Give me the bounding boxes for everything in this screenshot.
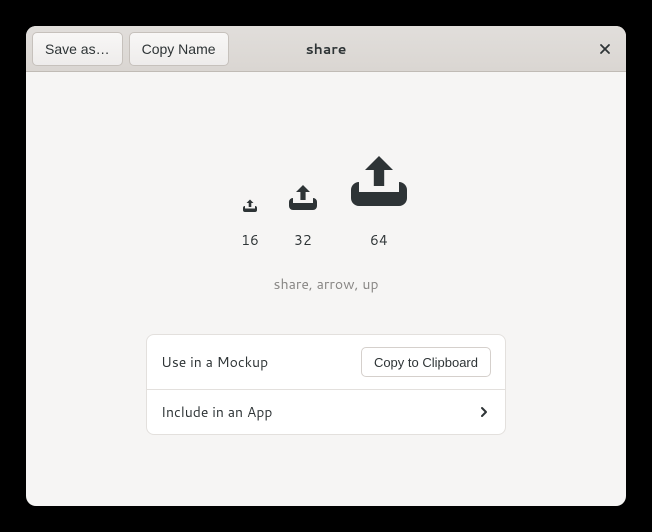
- icon-size-label: 32: [294, 230, 312, 250]
- copy-name-button[interactable]: Copy Name: [129, 32, 229, 66]
- headerbar: Save as… Copy Name share: [26, 26, 626, 72]
- share-icon: [347, 150, 411, 214]
- icon-size-label: 16: [241, 230, 259, 250]
- content-area: 16 32 64 share, arrow, up Use in a Mocku…: [26, 72, 626, 506]
- include-in-app-label: Include in an App: [161, 402, 272, 422]
- close-icon: [599, 43, 611, 55]
- header-button-group: Save as… Copy Name: [32, 32, 229, 66]
- chevron-right-icon: [477, 405, 491, 419]
- window-title: share: [306, 39, 347, 59]
- share-icon: [287, 182, 319, 214]
- icon-detail-window: Save as… Copy Name share 16 32: [26, 26, 626, 506]
- action-list: Use in a Mockup Copy to Clipboard Includ…: [146, 334, 506, 435]
- save-as-button[interactable]: Save as…: [32, 32, 123, 66]
- use-in-mockup-row: Use in a Mockup Copy to Clipboard: [147, 335, 505, 389]
- close-button[interactable]: [590, 34, 620, 64]
- icon-preview-32: 32: [287, 182, 319, 250]
- share-icon: [242, 198, 258, 214]
- include-in-app-row[interactable]: Include in an App: [147, 389, 505, 434]
- icon-size-preview-row: 16 32 64: [241, 150, 411, 250]
- icon-preview-16: 16: [241, 198, 259, 250]
- icon-preview-64: 64: [347, 150, 411, 250]
- icon-size-label: 64: [370, 230, 388, 250]
- use-in-mockup-label: Use in a Mockup: [161, 352, 268, 372]
- icon-tags: share, arrow, up: [274, 274, 379, 294]
- copy-to-clipboard-button[interactable]: Copy to Clipboard: [361, 347, 491, 377]
